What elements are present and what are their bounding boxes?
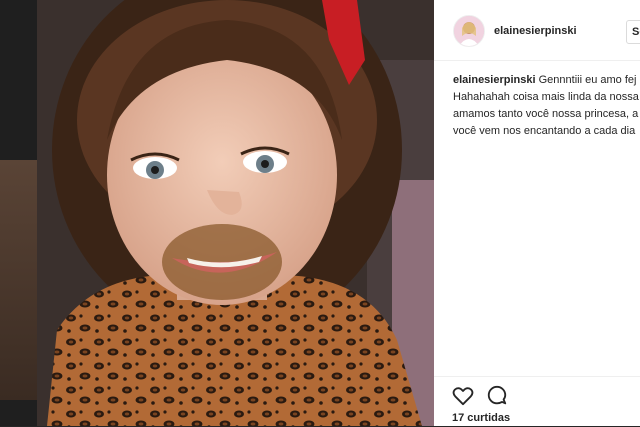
caption-line-1: elainesierpinski Gennntiii eu amo fej (453, 72, 640, 89)
comment-icon[interactable] (486, 385, 508, 407)
follow-button[interactable]: Se (626, 20, 640, 44)
caption-text-1: Gennntiii eu amo fej (538, 74, 637, 86)
likes-count[interactable]: 17 curtidas (452, 412, 510, 424)
caption-line-2: Hahahahah coisa mais linda da nossa (453, 91, 639, 103)
avatar[interactable] (453, 15, 485, 47)
avatar-image (454, 16, 484, 46)
caption-username[interactable]: elainesierpinski (453, 74, 536, 86)
heart-icon[interactable] (452, 386, 474, 406)
photo-illustration (37, 0, 434, 426)
post-username[interactable]: elainesierpinski (494, 25, 577, 37)
post-caption: elainesierpinski Gennntiii eu amo fej Ha… (453, 72, 640, 140)
modal-backdrop[interactable] (0, 0, 37, 426)
background-post-thumbnail (0, 160, 37, 400)
post-details-panel: elainesierpinski Se elainesierpinski Gen… (434, 0, 640, 426)
post-photo (37, 0, 434, 426)
caption-line-3: amamos tanto você nossa princesa, a (453, 108, 639, 120)
caption-line-4: você vem nos encantando a cada dia (453, 125, 636, 137)
post-header: elainesierpinski Se (434, 0, 640, 61)
